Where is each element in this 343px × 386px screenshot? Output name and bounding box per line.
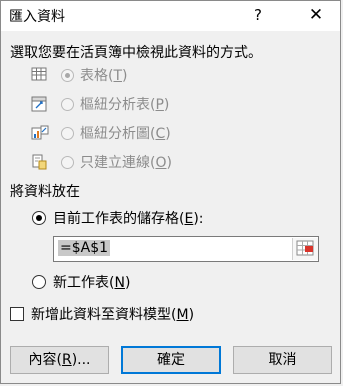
new-worksheet-radio[interactable] [32,275,46,289]
connection-icon [31,154,49,170]
help-button[interactable]: ? [246,3,270,27]
table-radio[interactable] [61,68,74,82]
close-button[interactable]: ✕ [301,3,331,27]
option-new-worksheet[interactable]: 新工作表(N) [32,272,130,292]
view-prompt: 選取您要在活頁簿中檢視此資料的方式。 [10,45,262,61]
pivot-table-icon [31,96,49,112]
range-select-icon [296,240,314,256]
connection-only-radio[interactable] [61,155,74,169]
add-to-data-model-checkbox[interactable] [10,307,24,321]
cancel-button[interactable]: 取消 [233,346,332,374]
option-existing-worksheet[interactable]: 目前工作表的儲存格(E): [32,208,204,228]
table-label: 表格(T) [80,68,128,84]
new-worksheet-label: 新工作表(N) [53,275,131,291]
dialog-title: 匯入資料 [9,9,65,25]
option-pivot-table[interactable]: 樞紐分析表(P) [31,94,169,114]
existing-worksheet-radio[interactable] [32,211,46,225]
add-to-data-model-row[interactable]: 新增此資料至資料模型(M) [10,304,194,324]
pivot-chart-icon [31,125,49,141]
import-data-dialog: 匯入資料 ? ✕ 選取您要在活頁簿中檢視此資料的方式。 表格(T) 樞紐分析表(… [0,0,341,384]
option-connection-only[interactable]: 只建立連線(O) [31,152,172,172]
table-icon [31,67,49,83]
properties-button[interactable]: 內容(R)... [10,346,109,374]
add-to-data-model-label: 新增此資料至資料模型(M) [31,307,195,323]
connection-only-label: 只建立連線(O) [80,155,172,171]
collapse-dialog-button[interactable] [292,238,318,260]
pivot-table-label: 樞紐分析表(P) [80,97,170,113]
pivot-chart-radio[interactable] [61,126,74,140]
placement-section-label: 將資料放在 [10,184,80,200]
ok-button[interactable]: 確定 [121,346,221,374]
cell-reference-input[interactable]: =$A$1 [53,236,319,262]
pivot-chart-label: 樞紐分析圖(C) [80,126,171,142]
existing-worksheet-label: 目前工作表的儲存格(E): [53,211,204,227]
option-table[interactable]: 表格(T) [31,65,128,85]
pivot-table-radio[interactable] [61,97,74,111]
cell-reference-value: =$A$1 [58,240,111,256]
title-bar: 匯入資料 ? ✕ [1,1,340,31]
option-pivot-chart[interactable]: 樞紐分析圖(C) [31,123,171,143]
